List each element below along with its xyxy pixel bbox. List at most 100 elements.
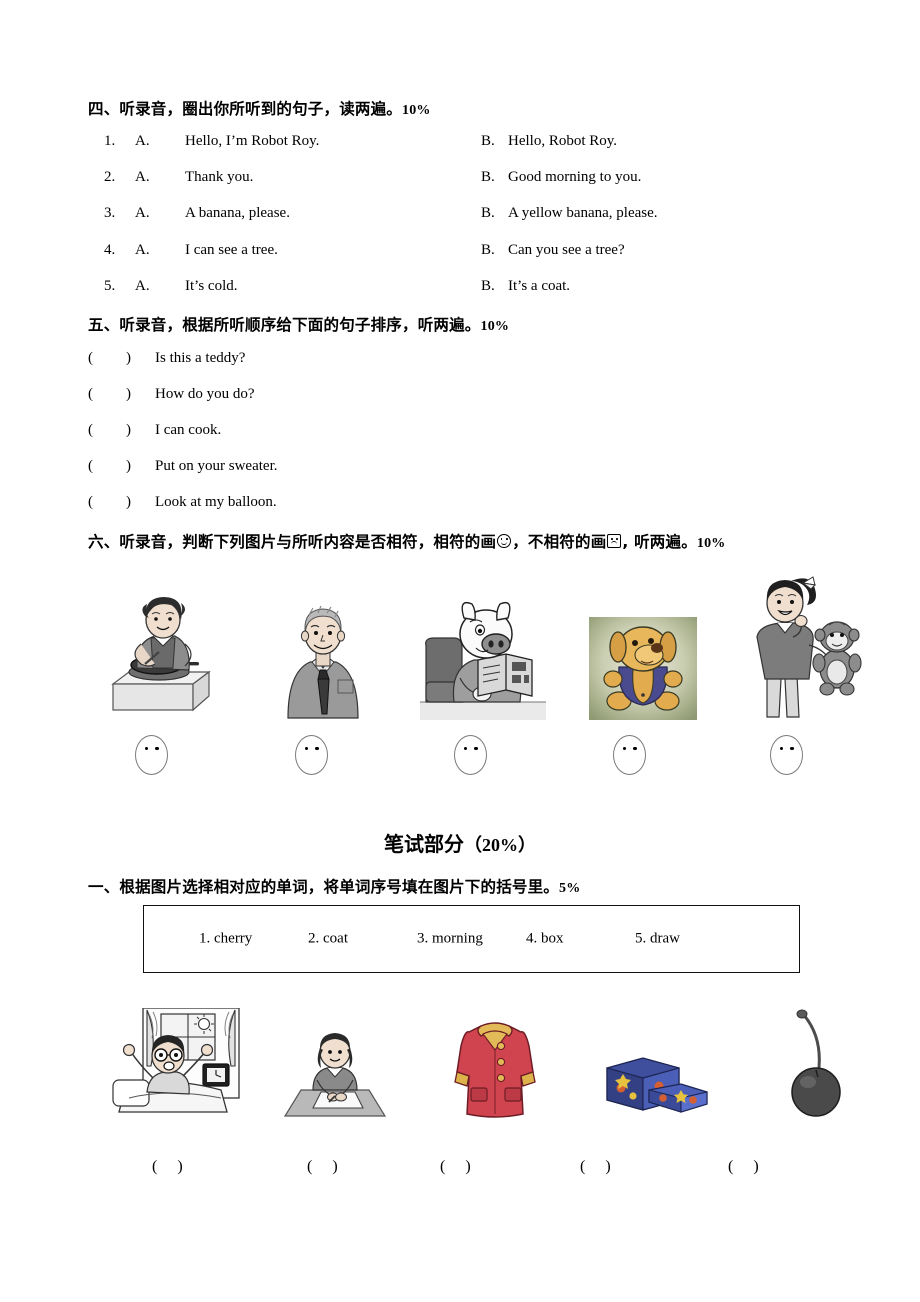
section-4-score: 10% [402, 103, 431, 118]
choice-row[interactable]: 1. A. Hello, I’m Robot Roy. B. Hello, Ro… [0, 133, 920, 155]
word-bank-item[interactable]: 5. draw [635, 931, 744, 948]
option-a-label[interactable]: A. [135, 133, 150, 150]
section-5-score: 10% [480, 319, 510, 334]
picture-cell [728, 575, 878, 720]
ordering-row[interactable]: ( ) Put on your sweater. [0, 458, 920, 480]
option-b-label[interactable]: B. [481, 242, 495, 259]
option-b-text[interactable]: Hello, Robot Roy. [508, 133, 617, 150]
paren-open: ( [88, 350, 93, 366]
picture-cell [740, 1002, 890, 1120]
picture-cell [88, 575, 238, 720]
answer-face-blank[interactable] [454, 735, 487, 775]
option-b-label[interactable]: B. [481, 133, 495, 150]
ordering-row[interactable]: ( ) I can cook. [0, 422, 920, 444]
option-a-label[interactable]: A. [135, 242, 150, 259]
picture-cell [408, 575, 558, 720]
ordering-sentence: How do you do? [155, 386, 255, 402]
choice-row[interactable]: 3. A. A banana, please. B. A yellow bana… [0, 205, 920, 227]
ordering-row[interactable]: ( ) How do you do? [0, 386, 920, 408]
option-b-text[interactable]: Good morning to you. [508, 169, 641, 186]
section-6-heading-text-part1: 六、听录音，判断下列图片与所听内容是否相符，相符的画 [88, 533, 497, 551]
paren-close: ) [126, 458, 131, 474]
section-6-heading-text-part2: ，不相符的画 [512, 533, 607, 551]
sad-face-icon [607, 534, 622, 548]
answer-face-blank[interactable] [295, 735, 328, 775]
man-in-shirt-and-tie-icon [287, 605, 359, 719]
yellow-toy-dog-icon [589, 617, 697, 720]
written-section-1-score: 5% [559, 881, 581, 896]
option-b-label[interactable]: B. [481, 205, 495, 222]
girl-holding-monkey-toy-icon [756, 576, 862, 718]
paren-close: ) [126, 494, 131, 510]
option-b-label[interactable]: B. [481, 278, 495, 295]
choice-row[interactable]: 4. A. I can see a tree. B. Can you see a… [0, 242, 920, 264]
decorated-box-icon [606, 1057, 708, 1113]
written-section-1-answer-row: ( ) ( ) ( ) ( ) ( ) [100, 1158, 890, 1186]
item-number: 4. [104, 242, 116, 258]
option-a-text[interactable]: It’s cold. [185, 278, 238, 295]
option-b-label[interactable]: B. [481, 169, 495, 186]
word-bank-item[interactable]: 3. morning [417, 931, 526, 948]
ordering-row[interactable]: ( ) Is this a teddy? [0, 350, 920, 372]
written-section-1-heading: 一、根据图片选择相对应的单词，将单词序号填在图片下的括号里。5% [88, 875, 580, 897]
picture-cell [568, 575, 718, 720]
section-5-heading-text: 五、听录音，根据所听顺序给下面的句子排序，听两遍。 [88, 316, 481, 334]
answer-paren[interactable]: ( ) [580, 1158, 611, 1176]
paren-open: ( [88, 494, 93, 510]
option-a-label[interactable]: A. [135, 205, 150, 222]
picture-cell [248, 575, 398, 720]
answer-paren[interactable]: ( ) [440, 1158, 471, 1176]
answer-face-blank[interactable] [613, 735, 646, 775]
paren-close: ) [126, 386, 131, 402]
option-a-label[interactable]: A. [135, 278, 150, 295]
option-a-text[interactable]: Thank you. [185, 169, 253, 186]
item-number: 1. [104, 133, 116, 149]
answer-face-blank[interactable] [770, 735, 803, 775]
section-6-picture-strip [88, 570, 878, 720]
section-4-heading-text: 四、听录音，圈出你所听到的句子，读两遍。 [88, 100, 403, 118]
word-bank-item[interactable]: 1. cherry [199, 931, 308, 948]
pig-reading-book-icon [420, 601, 546, 720]
picture-cell [580, 1002, 730, 1120]
choice-row[interactable]: 2. A. Thank you. B. Good morning to you. [0, 169, 920, 191]
paren-close: ) [126, 350, 131, 366]
section-4-heading: 四、听录音，圈出你所听到的句子，读两遍。10% [88, 97, 431, 119]
item-number: 3. [104, 205, 116, 221]
word-bank-list: 1. cherry 2. coat 3. morning 4. box 5. d… [144, 931, 799, 948]
written-section-1-heading-text: 一、根据图片选择相对应的单词，将单词序号填在图片下的括号里。 [88, 878, 560, 896]
option-b-text[interactable]: It’s a coat. [508, 278, 570, 295]
cherry-icon [791, 1009, 841, 1117]
picture-cell [420, 1002, 570, 1120]
written-part-title-text: 笔试部分 [384, 832, 464, 856]
word-bank-box: 1. cherry 2. coat 3. morning 4. box 5. d… [143, 905, 800, 973]
answer-paren[interactable]: ( ) [307, 1158, 338, 1176]
section-6-answer-row [88, 735, 878, 785]
smiley-face-icon [497, 534, 512, 548]
option-a-text[interactable]: I can see a tree. [185, 242, 278, 259]
written-part-score: （20%） [464, 835, 536, 855]
section-6-heading: 六、听录音，判断下列图片与所听内容是否相符，相符的画 ，不相符的画 , 听两遍。10… [88, 530, 726, 552]
ordering-row[interactable]: ( ) Look at my balloon. [0, 494, 920, 516]
word-bank-item[interactable]: 4. box [526, 931, 635, 948]
option-a-text[interactable]: Hello, I’m Robot Roy. [185, 133, 319, 150]
paren-close: ) [126, 422, 131, 438]
ordering-sentence: Is this a teddy? [155, 350, 246, 366]
item-number: 2. [104, 169, 116, 185]
option-a-text[interactable]: A banana, please. [185, 205, 290, 222]
answer-paren[interactable]: ( ) [152, 1158, 183, 1176]
ordering-sentence: Look at my balloon. [155, 494, 277, 510]
option-a-label[interactable]: A. [135, 169, 150, 186]
choice-row[interactable]: 5. A. It’s cold. B. It’s a coat. [0, 278, 920, 300]
answer-paren[interactable]: ( ) [728, 1158, 759, 1176]
option-b-text[interactable]: A yellow banana, please. [508, 205, 658, 222]
word-bank-item[interactable]: 2. coat [308, 931, 417, 948]
section-5-heading: 五、听录音，根据所听顺序给下面的句子排序，听两遍。10% [88, 313, 509, 335]
woman-cooking-on-stove-icon [111, 597, 211, 712]
exam-page: 四、听录音，圈出你所听到的句子，读两遍。10% 1. A. Hello, I’m… [0, 0, 920, 1302]
paren-open: ( [88, 386, 93, 402]
answer-face-blank[interactable] [135, 735, 168, 775]
section-6-score: 10% [696, 536, 726, 551]
girl-drawing-at-desk-icon [283, 1033, 387, 1117]
picture-cell [260, 1002, 410, 1120]
option-b-text[interactable]: Can you see a tree? [508, 242, 625, 259]
